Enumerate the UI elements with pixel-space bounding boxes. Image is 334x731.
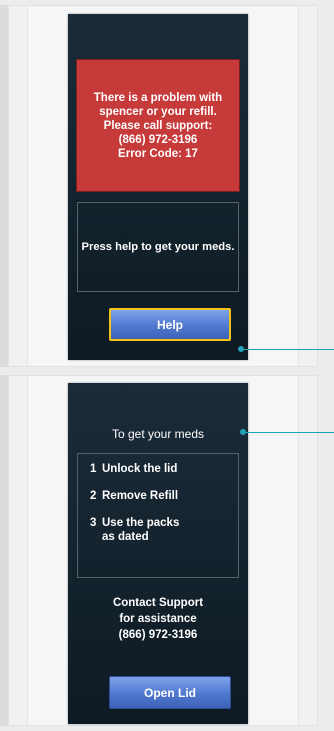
help-instruction-box: Press help to get your meds. (77, 202, 239, 292)
step-number: 1 (90, 463, 97, 475)
left-strip (0, 5, 8, 367)
open-lid-button[interactable]: Open Lid (109, 676, 231, 709)
step-item: 1 Unlock the lid (90, 462, 238, 476)
panel-edge-right (298, 6, 317, 366)
panel-edge-left (9, 6, 28, 366)
step-text: Use the packs (102, 517, 180, 529)
contact-line: for assistance (119, 613, 197, 625)
step-number: 2 (90, 490, 97, 502)
step-text: as dated (102, 531, 149, 543)
callout-leader-line (245, 432, 334, 433)
step-text: Remove Refill (102, 490, 179, 502)
error-screen: There is a problem with spencer or your … (68, 14, 248, 360)
error-code: Error Code: 17 (118, 147, 198, 160)
panel-edge-right (298, 376, 317, 725)
help-instruction-text: Press help to get your meds. (81, 241, 235, 253)
help-button[interactable]: Help (109, 308, 231, 341)
step-text: Unlock the lid (102, 463, 178, 475)
contact-support-text: Contact Support for assistance (866) 972… (68, 595, 248, 643)
step-item: 3 Use the packs as dated (90, 516, 238, 544)
step-number: 3 (90, 517, 97, 529)
support-phone: (866) 972-3196 (118, 133, 198, 146)
instructions-title: To get your meds (111, 427, 205, 441)
contact-line: Contact Support (112, 597, 204, 609)
error-message-box: There is a problem with spencer or your … (76, 59, 240, 192)
support-phone: (866) 972-3196 (118, 629, 198, 641)
instructions-screen: To get your meds 1 Unlock the lid 2 Remo… (68, 383, 248, 724)
error-line: There is a problem with (93, 91, 223, 104)
left-strip (0, 375, 8, 726)
steps-box: 1 Unlock the lid 2 Remove Refill 3 Use t… (77, 453, 239, 578)
error-line: spencer or your refill. (99, 105, 217, 118)
panel-edge-left (9, 376, 28, 725)
error-line: Please call support: (103, 119, 213, 132)
step-item: 2 Remove Refill (90, 489, 238, 503)
callout-leader-line (243, 349, 334, 350)
